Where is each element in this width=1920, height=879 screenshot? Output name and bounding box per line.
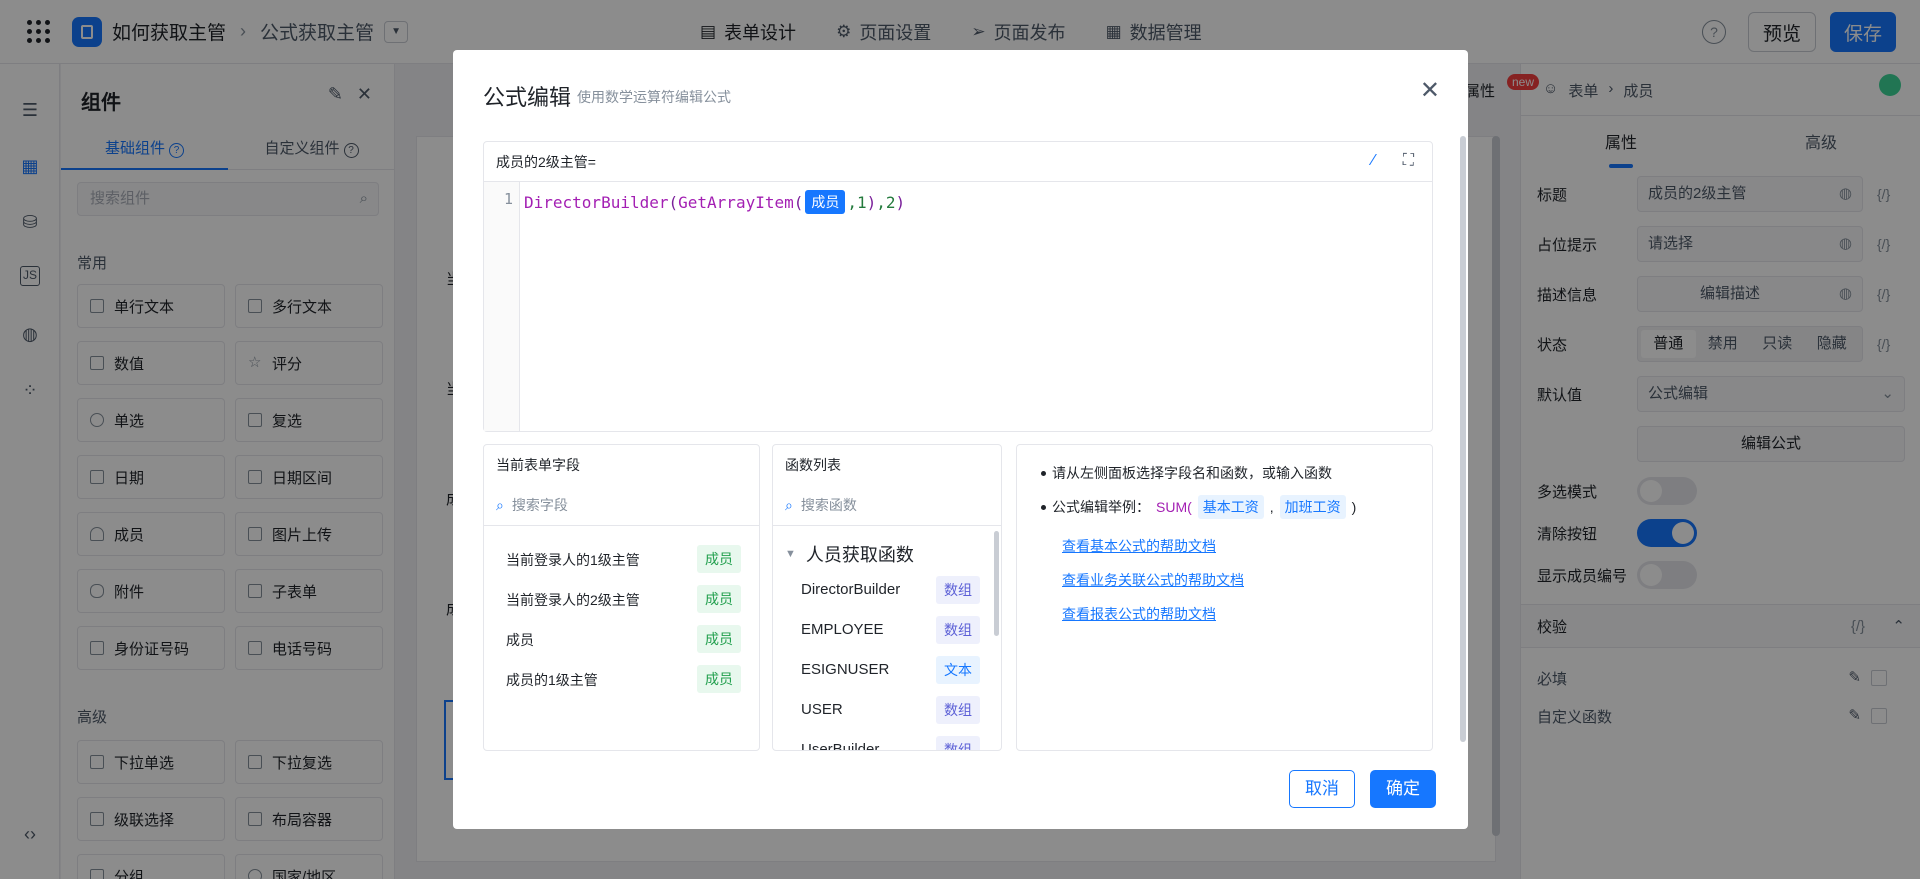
function-item[interactable]: EMPLOYEE [801, 621, 884, 638]
code-arg: ,2 [876, 192, 896, 212]
help-tip: 请从左侧面板选择字段名和函数，或输入函数 [1041, 463, 1332, 483]
example-field: 加班工资 [1279, 495, 1346, 519]
divider [484, 525, 759, 526]
code-paren: ( [793, 192, 804, 212]
type-tag: 成员 [697, 625, 741, 653]
code-arg: ,1 [847, 192, 867, 212]
example-function: SUM( [1156, 499, 1192, 515]
function-group[interactable]: ▼ 人员获取函数 [785, 541, 914, 567]
divider [773, 525, 1001, 526]
help-link-report[interactable]: 查看报表公式的帮助文档 [1062, 604, 1216, 624]
code-function: GetArrayItem [678, 192, 794, 212]
function-item[interactable]: ESIGNUSER [801, 661, 889, 678]
type-tag: 成员 [697, 665, 741, 693]
example-comma: , [1269, 499, 1274, 515]
confirm-button[interactable]: 确定 [1370, 770, 1436, 808]
field-item[interactable]: 成员的1级主管 [506, 670, 598, 690]
fullscreen-icon[interactable]: ⛶ [1403, 152, 1414, 170]
type-tag: 数组 [936, 616, 980, 644]
dialog-scrollbar[interactable] [1460, 136, 1466, 742]
type-tag: 成员 [697, 545, 741, 573]
type-tag: 数组 [936, 576, 980, 604]
field-chip[interactable]: 成员 [805, 190, 846, 214]
formula-editor-dialog: 公式编辑 使用数学运算符编辑公式 ✕ 成员的2级主管= ⁄ ⛶ 1 Direct… [453, 50, 1468, 829]
target-field-label: 成员的2级主管= [496, 153, 596, 170]
help-example-prefix: 公式编辑举例： [1052, 499, 1150, 515]
field-item[interactable]: 成员 [506, 630, 534, 650]
field-item[interactable]: 当前登录人的1级主管 [506, 550, 640, 570]
type-tag: 成员 [697, 585, 741, 613]
function-item[interactable]: USER [801, 701, 843, 718]
functions-scrollbar[interactable] [994, 531, 999, 636]
cancel-button[interactable]: 取消 [1289, 770, 1355, 808]
bullet [1041, 470, 1046, 476]
help-example: 公式编辑举例： SUM( 基本工资 , 加班工资 ) [1041, 495, 1356, 519]
functions-panel: 函数列表 ⌕ 搜索函数 ▼ 人员获取函数 DirectorBuilder 数组 … [772, 444, 1002, 751]
dialog-subtitle: 使用数学运算符编辑公式 [577, 89, 731, 105]
caret-down-icon: ▼ [785, 548, 796, 560]
bullet [1041, 504, 1046, 510]
help-link-business[interactable]: 查看业务关联公式的帮助文档 [1062, 570, 1244, 590]
line-number: 1 [484, 182, 520, 431]
search-icon: ⌕ [785, 496, 793, 513]
search-placeholder: 搜索字段 [511, 497, 568, 513]
type-tag: 文本 [936, 656, 980, 684]
field-search-input[interactable]: ⌕ 搜索字段 [496, 495, 568, 515]
type-tag: 数组 [936, 736, 980, 750]
function-item[interactable]: DirectorBuilder [801, 581, 900, 598]
fields-panel: 当前表单字段 ⌕ 搜索字段 当前登录人的1级主管 成员 当前登录人的2级主管 成… [483, 444, 760, 751]
code-paren: ) [895, 192, 906, 212]
help-tip-text: 请从左侧面板选择字段名和函数，或输入函数 [1052, 465, 1332, 481]
help-panel: 请从左侧面板选择字段名和函数，或输入函数 公式编辑举例： SUM( 基本工资 ,… [1016, 444, 1433, 751]
magic-wand-icon[interactable]: ⁄ [1372, 152, 1375, 170]
example-close: ) [1351, 499, 1357, 515]
search-placeholder: 搜索函数 [800, 497, 857, 513]
example-field: 基本工资 [1197, 495, 1264, 519]
function-group-label: 人员获取函数 [805, 545, 914, 565]
editor-header: 成员的2级主管= ⁄ ⛶ [484, 142, 1432, 182]
close-icon[interactable]: ✕ [1420, 76, 1440, 105]
function-item[interactable]: UserBuilder [801, 741, 879, 750]
dialog-title: 公式编辑 [483, 85, 572, 110]
code-paren: ( [668, 192, 679, 212]
formula-editor: 成员的2级主管= ⁄ ⛶ 1 DirectorBuilder(GetArrayI… [483, 141, 1433, 432]
code-function: DirectorBuilder [524, 192, 669, 212]
editor-tools: ⁄ ⛶ [1372, 152, 1414, 170]
function-search-input[interactable]: ⌕ 搜索函数 [785, 495, 857, 515]
formula-code-input[interactable]: DirectorBuilder(GetArrayItem(成员 ,1) ,2) [524, 190, 905, 214]
type-tag: 数组 [936, 696, 980, 724]
search-icon: ⌕ [496, 496, 504, 513]
field-item[interactable]: 当前登录人的2级主管 [506, 590, 640, 610]
functions-title: 函数列表 [785, 457, 841, 473]
help-link-basic[interactable]: 查看基本公式的帮助文档 [1062, 536, 1216, 556]
fields-title: 当前表单字段 [496, 457, 580, 473]
code-paren: ) [866, 192, 877, 212]
